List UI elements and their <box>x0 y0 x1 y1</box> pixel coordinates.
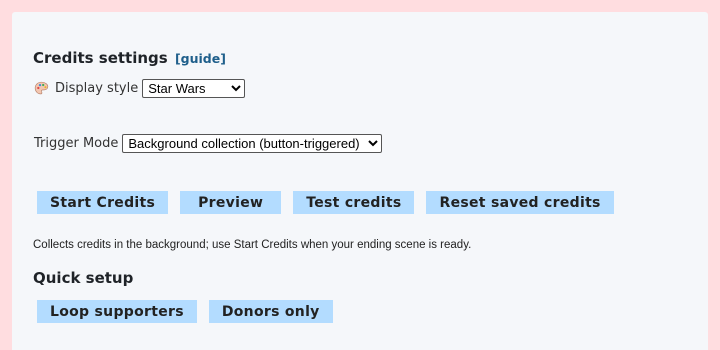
start-credits-button[interactable]: Start Credits <box>37 191 169 214</box>
reset-saved-credits-button[interactable]: Reset saved credits <box>426 191 614 214</box>
quick-setup-heading: Quick setup <box>33 269 134 287</box>
credits-settings-title: Credits settings <box>33 49 168 67</box>
guide-link[interactable]: [guide] <box>175 51 226 66</box>
trigger-mode-label: Trigger Mode <box>34 136 119 151</box>
palette-icon <box>34 81 49 96</box>
quick-setup-buttons: Loop supporters Donors only <box>37 300 333 323</box>
display-style-label: Display style <box>55 81 139 96</box>
trigger-mode-select[interactable]: Background collection (button-triggered) <box>122 134 383 153</box>
credits-action-buttons: Start Credits Preview Test credits Reset… <box>37 191 614 214</box>
loop-supporters-button[interactable]: Loop supporters <box>37 300 197 323</box>
preview-button[interactable]: Preview <box>180 191 282 214</box>
credits-settings-heading: Credits settings [guide] <box>33 49 226 67</box>
credits-hint-text: Collects credits in the background; use … <box>33 239 472 251</box>
donors-only-button[interactable]: Donors only <box>208 300 333 323</box>
display-style-select[interactable]: Star Wars <box>142 79 246 98</box>
test-credits-button[interactable]: Test credits <box>293 191 415 214</box>
credits-settings-panel: Credits settings [guide] Display style S… <box>12 12 708 350</box>
display-style-row: Display style Star Wars <box>34 79 246 98</box>
trigger-mode-row: Trigger Mode Background collection (butt… <box>34 134 383 153</box>
